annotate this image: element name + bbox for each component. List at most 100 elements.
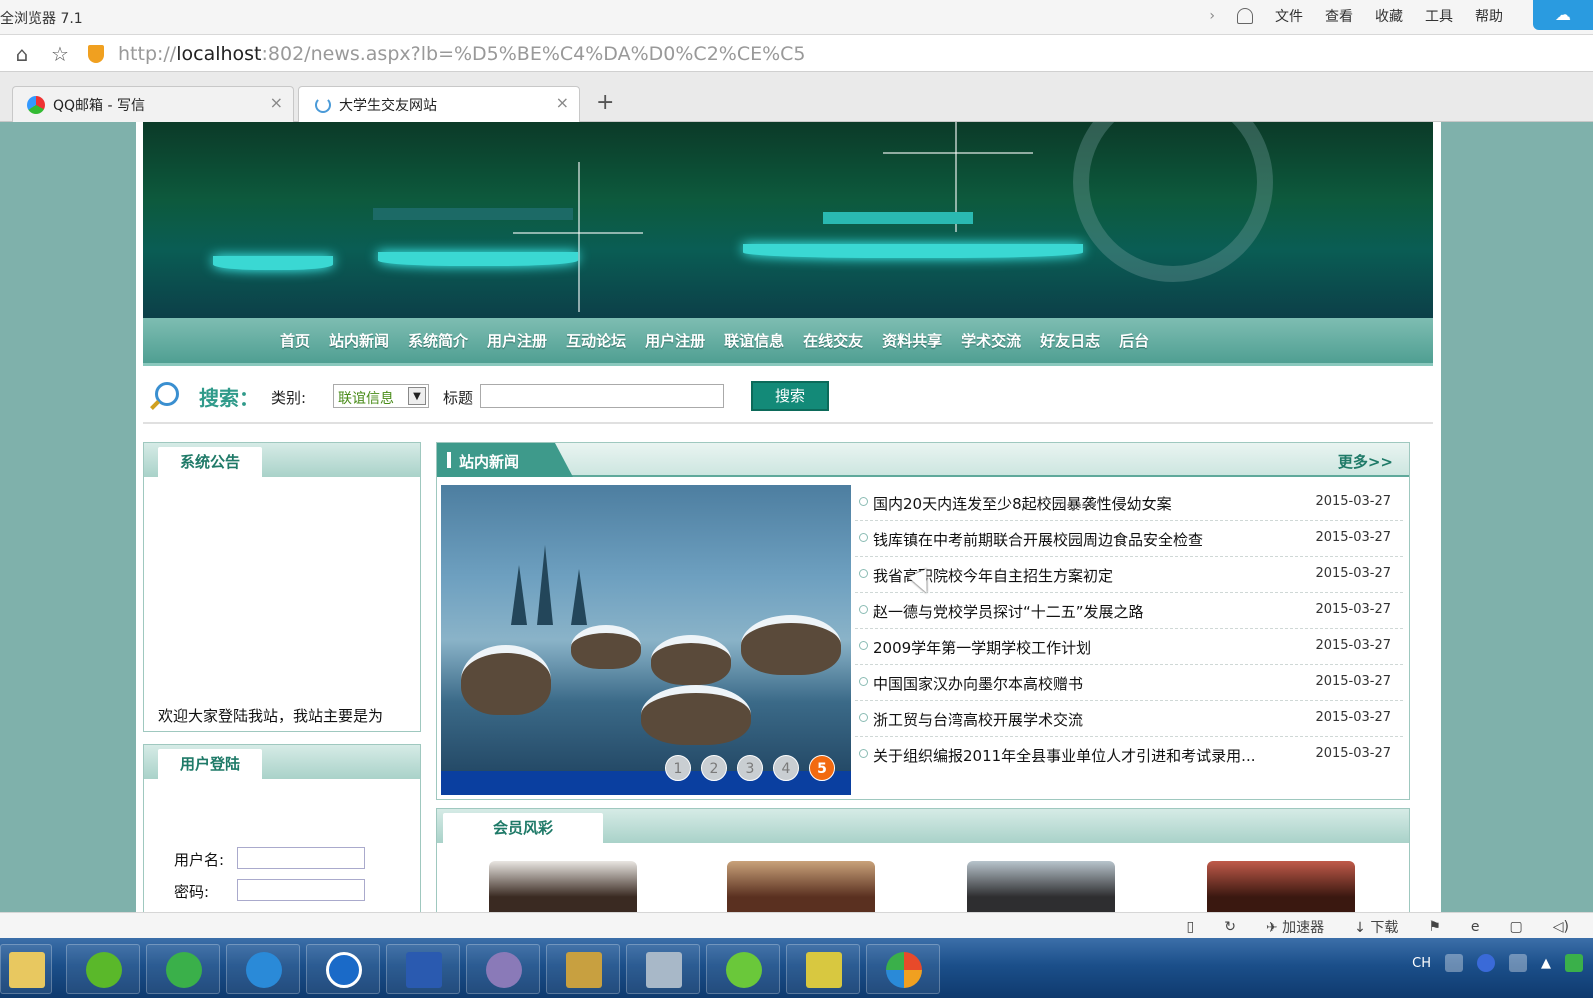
tab-qq-mail[interactable]: QQ邮箱 - 写信 × — [12, 86, 294, 122]
news-title[interactable]: 2009学年第一学期学校工作计划 — [873, 637, 1091, 658]
refresh-icon[interactable]: ↻ — [1224, 919, 1236, 935]
menu-tools[interactable]: 工具 — [1425, 6, 1453, 26]
menu-help[interactable]: 帮助 — [1475, 6, 1503, 26]
nav-news[interactable]: 站内新闻 — [329, 330, 389, 351]
keyboard-icon[interactable] — [1445, 954, 1463, 972]
nav-home[interactable]: 首页 — [280, 330, 310, 351]
help-icon[interactable] — [1477, 954, 1495, 972]
slide-dot-4[interactable]: 4 — [773, 755, 799, 781]
download-button[interactable]: ↓ 下载 — [1354, 917, 1398, 937]
network-icon[interactable] — [1509, 954, 1527, 972]
media-taskbar-button[interactable] — [866, 944, 940, 994]
mobile-icon[interactable]: ▯ — [1187, 919, 1195, 935]
nav-online-dating[interactable]: 在线交友 — [803, 330, 863, 351]
star-icon[interactable]: ☆ — [48, 42, 72, 66]
gear-icon — [486, 952, 522, 988]
news-title[interactable]: 国内20天内连发至少8起校园暴袭性侵幼女案 — [873, 493, 1172, 514]
accelerator-button[interactable]: ✈ 加速器 — [1266, 917, 1324, 937]
member-photo[interactable] — [967, 861, 1115, 912]
news-title[interactable]: 钱库镇在中考前期联合开展校园周边食品安全检查 — [873, 529, 1203, 550]
more-link[interactable]: 更多>> — [1338, 451, 1393, 472]
news-date: 2015-03-27 — [1315, 746, 1391, 761]
windows-taskbar: CH ▲ — [0, 938, 1593, 998]
settings-taskbar-button[interactable] — [466, 944, 540, 994]
list-item[interactable]: 浙工贸与台湾高校开展学术交流 2015-03-27 — [855, 701, 1403, 737]
nav-resources[interactable]: 资料共享 — [882, 330, 942, 351]
nav-events[interactable]: 联谊信息 — [724, 330, 784, 351]
design-taskbar-button[interactable] — [786, 944, 860, 994]
menu-view[interactable]: 查看 — [1325, 6, 1353, 26]
home-icon[interactable]: ⌂ — [10, 42, 34, 66]
volume-icon[interactable]: ◁) — [1553, 919, 1569, 935]
username-field[interactable] — [237, 847, 365, 869]
security-icon[interactable] — [1565, 954, 1583, 972]
close-icon[interactable]: × — [270, 93, 283, 112]
browser-taskbar-button[interactable] — [146, 944, 220, 994]
search-button[interactable]: 搜索 — [751, 381, 829, 411]
password-field[interactable] — [237, 879, 365, 901]
word-taskbar-button[interactable] — [386, 944, 460, 994]
files-taskbar-button[interactable] — [626, 944, 700, 994]
nav-academic[interactable]: 学术交流 — [961, 330, 1021, 351]
list-item[interactable]: 关于组织编报2011年全县事业单位人才引进和考试录用... 2015-03-27 — [855, 737, 1403, 773]
list-item[interactable]: 2009学年第一学期学校工作计划 2015-03-27 — [855, 629, 1403, 665]
k-app-taskbar-button[interactable] — [306, 944, 380, 994]
main-nav: 首页 站内新闻 系统简介 用户注册 互动论坛 用户注册 联谊信息 在线交友 资料… — [143, 318, 1433, 366]
slide-dot-2[interactable]: 2 — [701, 755, 727, 781]
notice-panel: 系统公告 欢迎大家登陆我站，我站主要是为 — [143, 442, 421, 732]
ie-icon[interactable]: e — [1471, 919, 1480, 935]
tab-dating-site[interactable]: 大学生交友网站 × — [298, 86, 580, 123]
news-slideshow[interactable]: 1 2 3 4 5 — [441, 485, 851, 795]
list-item[interactable]: 中国国家汉办向墨尔本高校赠书 2015-03-27 — [855, 665, 1403, 701]
nav-admin[interactable]: 后台 — [1119, 330, 1149, 351]
title-input[interactable] — [480, 384, 724, 408]
news-title[interactable]: 中国国家汉办向墨尔本高校赠书 — [873, 673, 1083, 694]
user-icon[interactable] — [1237, 8, 1253, 24]
nav-friend-blog[interactable]: 好友日志 — [1040, 330, 1100, 351]
nav-forum[interactable]: 互动论坛 — [566, 330, 626, 351]
news-title[interactable]: 赵一德与党校学员探讨“十二五”发展之路 — [873, 601, 1144, 622]
chat-icon — [726, 952, 762, 988]
nav-register-2[interactable]: 用户注册 — [645, 330, 705, 351]
shield-icon[interactable] — [88, 45, 104, 63]
list-item[interactable]: 我省高职院校今年自主招生方案初定 2015-03-27 — [855, 557, 1403, 593]
tray-expand-icon[interactable]: ▲ — [1541, 956, 1551, 971]
slide-dot-1[interactable]: 1 — [665, 755, 691, 781]
url-host: localhost — [176, 43, 262, 65]
list-item[interactable]: 钱库镇在中考前期联合开展校园周边食品安全检查 2015-03-27 — [855, 521, 1403, 557]
menu-favorites[interactable]: 收藏 — [1375, 6, 1403, 26]
window-icon[interactable]: ▢ — [1510, 919, 1523, 935]
chevron-down-icon[interactable]: ▼ — [408, 387, 426, 405]
close-icon[interactable]: × — [556, 93, 569, 112]
new-tab-button[interactable]: + — [596, 90, 614, 115]
member-photo[interactable] — [1207, 861, 1355, 912]
chevron-right-icon[interactable]: › — [1209, 8, 1215, 24]
list-item[interactable]: 赵一德与党校学员探讨“十二五”发展之路 2015-03-27 — [855, 593, 1403, 629]
news-title[interactable]: 浙工贸与台湾高校开展学术交流 — [873, 709, 1083, 730]
nav-register[interactable]: 用户注册 — [487, 330, 547, 351]
bullet-icon — [859, 713, 868, 722]
cloud-sync-icon[interactable]: ☁ — [1533, 0, 1593, 30]
page-viewport: 首页 站内新闻 系统简介 用户注册 互动论坛 用户注册 联谊信息 在线交友 资料… — [0, 122, 1593, 912]
slide-dot-3[interactable]: 3 — [737, 755, 763, 781]
explorer-taskbar-button[interactable] — [0, 944, 52, 994]
chat-taskbar-button[interactable] — [706, 944, 780, 994]
list-item[interactable]: 国内20天内连发至少8起校园暴袭性侵幼女案 2015-03-27 — [855, 485, 1403, 521]
member-photo[interactable] — [489, 861, 637, 912]
nav-intro[interactable]: 系统简介 — [408, 330, 468, 351]
language-indicator[interactable]: CH — [1412, 956, 1431, 971]
slide-dot-5[interactable]: 5 — [809, 755, 835, 781]
news-date: 2015-03-27 — [1315, 494, 1391, 509]
category-select[interactable]: 联谊信息 ▼ — [333, 384, 429, 408]
app-taskbar-button[interactable] — [66, 944, 140, 994]
green-app-icon — [86, 952, 122, 988]
menu-file[interactable]: 文件 — [1275, 6, 1303, 26]
tools-taskbar-button[interactable] — [546, 944, 620, 994]
category-value: 联谊信息 — [338, 391, 394, 407]
news-title[interactable]: 关于组织编报2011年全县事业单位人才引进和考试录用... — [873, 745, 1255, 766]
member-photo[interactable] — [727, 861, 875, 912]
cloud-taskbar-button[interactable] — [226, 944, 300, 994]
flag-icon[interactable]: ⚑ — [1428, 919, 1441, 935]
url-field[interactable]: http://localhost:802/news.aspx?lb=%D5%BE… — [118, 43, 806, 65]
word-icon — [406, 952, 442, 988]
